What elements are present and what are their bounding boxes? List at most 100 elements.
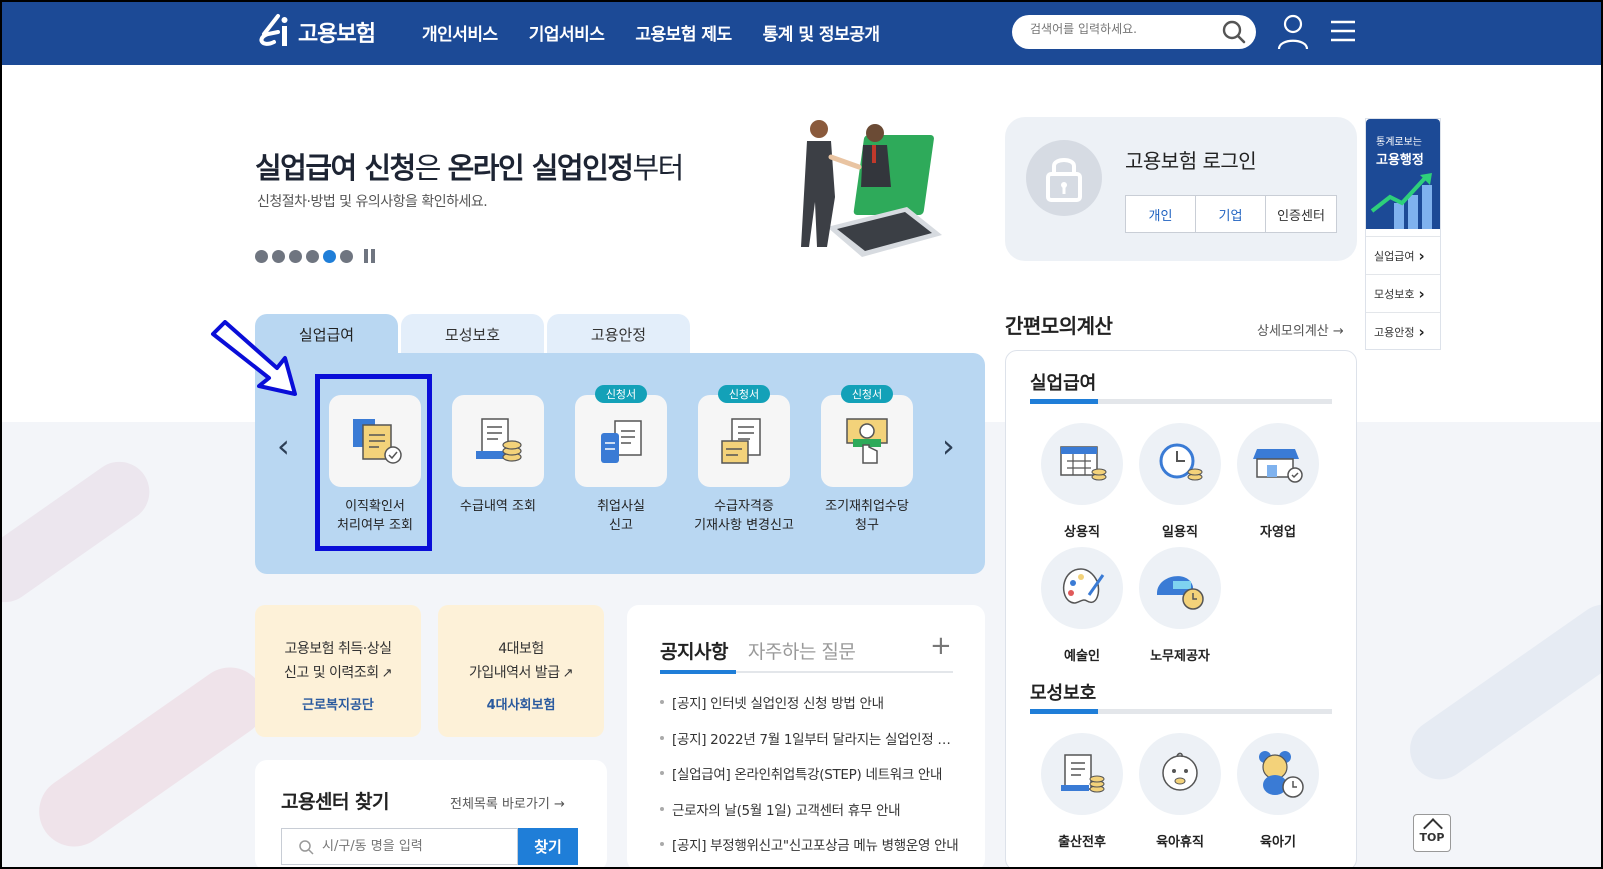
finder-full-list-link[interactable]: 전체목록 바로가기 → [450, 793, 565, 812]
pointer-arrow-icon [211, 320, 297, 396]
login-panel: 고용보험 로그인 개인 기업 인증센터 [1005, 117, 1357, 261]
tab-maternity[interactable]: 모성보호 [401, 314, 544, 355]
calc-item-label: 자영업 [1260, 525, 1296, 540]
phone-document-icon[interactable]: 신청서 [575, 385, 667, 487]
service-item-employment-report[interactable]: 신청서 취업사실 신고 [575, 385, 667, 535]
side-quick-menu: 통계로보는 고용행정 실업급여 모성보호 고용안정 [1365, 118, 1441, 350]
receipt-coins-icon[interactable] [452, 395, 544, 487]
finder-title: 고용센터 찾기 [281, 791, 390, 813]
calc-section-maternity: 모성보호 [1030, 683, 1097, 704]
calc-item-artist[interactable]: 예술인 [1032, 547, 1132, 664]
slide-dot[interactable] [255, 249, 268, 263]
document-coins-icon[interactable] [1041, 733, 1123, 815]
logo-text: 고용보험 [298, 22, 376, 47]
baby-icon[interactable] [1139, 733, 1221, 815]
login-business-button[interactable]: 기업 [1196, 196, 1266, 232]
calc-item-self-employed[interactable]: 자영업 [1228, 423, 1328, 540]
chevron-left-icon[interactable]: ‹ [277, 427, 290, 465]
notice-list: [공지] 인터넷 실업인정 신청 방법 안내 [공지] 2022년 7월 1일부… [660, 692, 960, 867]
slide-indicator [255, 249, 377, 263]
scroll-top-button[interactable]: TOP [1413, 814, 1451, 852]
statistics-banner[interactable]: 통계로보는 고용행정 [1366, 119, 1440, 229]
card-four-insurance[interactable]: 4대보험 가입내역서 발급 ↗ 4대사회보험 [438, 605, 604, 737]
search-icon [299, 840, 314, 855]
document-edit-icon[interactable]: 신청서 [698, 385, 790, 487]
tab-notice[interactable]: 공지사항 [660, 637, 728, 664]
hero-title[interactable]: 실업급여 신청은 온라인 실업인정부터 [255, 145, 684, 187]
tab-stability[interactable]: 고용안정 [547, 314, 690, 355]
money-hand-icon[interactable]: 신청서 [821, 385, 913, 487]
chevron-right-icon[interactable]: › [942, 427, 955, 465]
hero-title-part: 은 [414, 151, 448, 185]
service-tabs: 실업급여 모성보호 고용안정 [255, 314, 690, 355]
calc-item-maternity-leave[interactable]: 출산전후 [1032, 733, 1132, 850]
calendar-coins-icon[interactable] [1041, 423, 1123, 505]
side-item-unemployment[interactable]: 실업급여 [1366, 236, 1440, 274]
card-text-line: 4대보험 [498, 641, 544, 657]
calc-item-daily[interactable]: 일용직 [1130, 423, 1230, 540]
calc-section-unemployment: 실업급여 [1030, 373, 1097, 394]
slide-dot[interactable] [306, 249, 319, 263]
clock-coins-icon[interactable] [1139, 423, 1221, 505]
active-tab-underline [660, 670, 736, 674]
login-title: 고용보험 로그인 [1125, 149, 1257, 173]
calc-item-label: 노무제공자 [1150, 649, 1210, 664]
service-label-line: 신고 [609, 518, 633, 533]
side-item-stability[interactable]: 고용안정 [1366, 312, 1440, 350]
calc-panel: 실업급여 상용직 일용직 자영업 예술인 노무제공자 모성보호 출산전후 육아휴… [1005, 350, 1357, 867]
calc-item-childcare-period[interactable]: 육아기 [1228, 733, 1328, 850]
nav-business[interactable]: 기업서비스 [529, 20, 605, 45]
finder-input[interactable] [322, 839, 502, 854]
slide-dot[interactable] [289, 249, 302, 263]
user-icon[interactable] [1276, 14, 1310, 50]
notice-tabs: 공지사항 자주하는 질문 [660, 637, 856, 664]
search-icon[interactable] [1222, 20, 1246, 44]
service-label: 조기재취업수당 청구 [791, 497, 943, 535]
calc-item-childcare-leave[interactable]: 육아휴직 [1130, 733, 1230, 850]
calc-item-labor-provider[interactable]: 노무제공자 [1130, 547, 1230, 664]
detailed-calc-link[interactable]: 상세모의계산 → [1257, 320, 1344, 339]
logo-mark-icon [259, 14, 288, 46]
notice-item[interactable]: [실업급여] 온라인취업특강(STEP) 네트워크 안내 [660, 763, 960, 799]
menu-icon[interactable] [1330, 19, 1356, 43]
card-acquisition-loss[interactable]: 고용보험 취득·상실 신고 및 이력조회 ↗ 근로복지공단 [255, 605, 421, 737]
slide-dot[interactable] [272, 249, 285, 263]
handshake-laptop-illustration [801, 120, 942, 257]
nav-system[interactable]: 고용보험 제도 [635, 20, 732, 45]
site-logo[interactable]: 고용보험 [252, 10, 376, 54]
service-item-benefit-history[interactable]: 수급내역 조회 [452, 395, 544, 516]
card-text-line: 신고 및 이력조회 [284, 665, 379, 681]
finder-input-box [281, 828, 518, 865]
tab-faq[interactable]: 자주하는 질문 [748, 637, 856, 664]
notice-item[interactable]: [공지] 인터넷 실업인정 신청 방법 안내 [660, 692, 960, 728]
calc-item-label: 상용직 [1064, 525, 1100, 540]
calc-item-regular[interactable]: 상용직 [1032, 423, 1132, 540]
helmet-clock-icon[interactable] [1139, 547, 1221, 629]
teddy-bear-clock-icon[interactable] [1237, 733, 1319, 815]
external-link-icon: ↗ [562, 666, 574, 681]
service-label-line: 기재사항 변경신고 [694, 518, 794, 533]
notice-item[interactable]: 근로자의 날(5월 1일) 고객센터 휴무 안내 [660, 799, 960, 835]
slide-dot[interactable] [340, 249, 353, 263]
service-item-qualification-change[interactable]: 신청서 수급자격증기재사항 변경신고 [694, 385, 794, 535]
nav-statistics[interactable]: 통계 및 정보공개 [763, 20, 880, 45]
notice-item[interactable]: [공지] 부정행위신고"신고포상금 메뉴 병행운영 안내 [660, 834, 960, 867]
application-badge: 신청서 [841, 385, 893, 403]
notice-item[interactable]: [공지] 2022년 7월 1일부터 달라지는 실업인정 제도 [660, 728, 960, 764]
card-text: 4대보험 가입내역서 발급 ↗ [438, 637, 604, 686]
slide-dot[interactable] [323, 249, 336, 263]
service-item-early-reemployment[interactable]: 신청서 조기재취업수당 청구 [821, 385, 913, 535]
finder-search-button[interactable]: 찾기 [518, 828, 578, 865]
login-type-buttons: 개인 기업 인증센터 [1125, 195, 1337, 233]
side-item-maternity[interactable]: 모성보호 [1366, 274, 1440, 312]
service-label-line: 수급자격증 [714, 499, 774, 514]
search-input[interactable] [1030, 22, 1210, 36]
more-plus-icon[interactable]: + [930, 631, 952, 661]
store-icon[interactable] [1237, 423, 1319, 505]
login-certificate-button[interactable]: 인증센터 [1266, 196, 1336, 232]
section-underline [1030, 709, 1332, 714]
nav-personal[interactable]: 개인서비스 [422, 20, 498, 45]
login-personal-button[interactable]: 개인 [1126, 196, 1196, 232]
palette-icon[interactable] [1041, 547, 1123, 629]
pause-icon[interactable] [363, 249, 377, 263]
